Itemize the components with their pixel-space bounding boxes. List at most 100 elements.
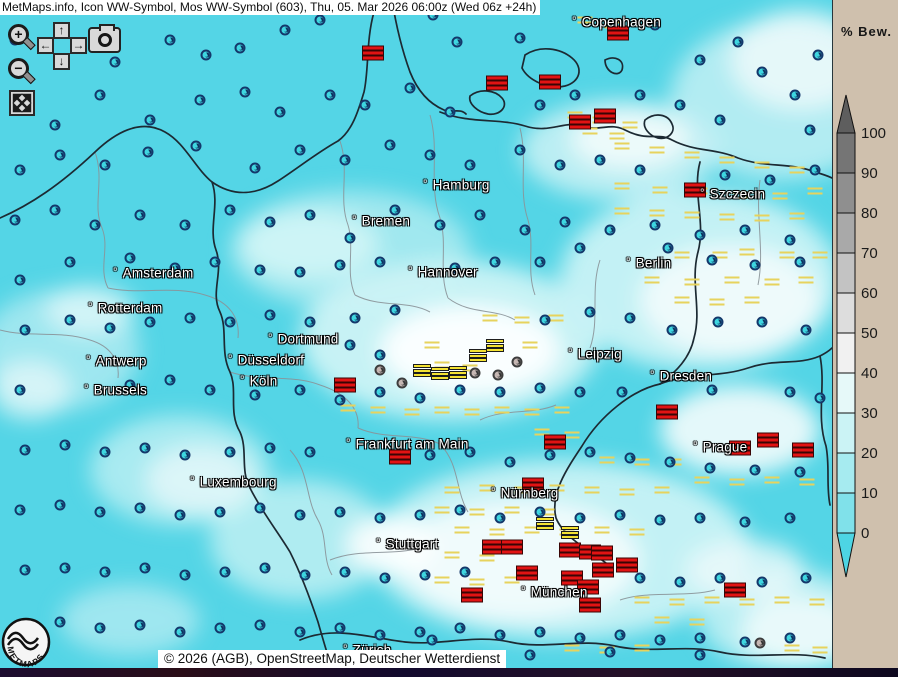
weather-symbol-mist [765,279,780,286]
weather-symbol-mist [650,147,665,154]
copyright-bar[interactable]: © 2026 (AGB), OpenStreetMap, Deutscher W… [158,650,506,668]
colorbar-segment [837,213,855,253]
weather-symbol-mist [790,167,805,174]
weather-symbol-gray [512,357,523,368]
weather-symbol-gray [470,368,481,379]
weather-map[interactable]: °Copenhagen°Hamburg°Bremen°Hannover°Amst… [0,0,832,668]
weather-symbol-mist [483,315,498,322]
weather-symbol-dot [265,217,276,228]
weather-symbol-fog [657,406,677,419]
weather-symbol-mist [549,315,564,322]
weather-symbol-dot [455,623,466,634]
pan-down-button[interactable]: ↓ [53,53,70,70]
weather-symbol-mist [425,342,440,349]
weather-symbol-dot [535,257,546,268]
weather-symbol-dot [535,507,546,518]
weather-symbol-dot [325,90,336,101]
weather-symbol-dot [715,115,726,126]
city-label: °Stuttgart [376,537,438,552]
weather-symbol-dot [663,243,674,254]
weather-symbol-dot [250,163,261,174]
weather-symbol-dot [375,257,386,268]
weather-symbol-dot [225,317,236,328]
weather-symbol-dot [540,315,551,326]
weather-symbol-dot [733,37,744,48]
weather-symbol-dot [265,310,276,321]
weather-symbol-dot [801,573,812,584]
screenshot-button[interactable] [88,27,121,53]
weather-symbol-dot [235,43,246,54]
city-label: °Frankfurt am Main [346,437,469,452]
pan-up-button[interactable]: ↑ [53,22,70,39]
city-label: °Luxembourg [190,475,277,490]
weather-symbol-mist [813,647,828,654]
weather-symbol-mist [371,407,386,414]
weather-symbol-dot [55,617,66,628]
weather-symbol-mist [725,277,740,284]
weather-symbol-fog [483,541,503,554]
weather-symbol-dot [105,323,116,334]
weather-symbol-dot [300,570,311,581]
colorbar-segment [837,133,855,173]
weather-symbol-mist [780,252,795,259]
weather-symbol-dot [195,95,206,106]
weather-symbol-dot [415,510,426,521]
weather-symbol-dot [575,633,586,644]
weather-symbol-dot [305,317,316,328]
weather-symbol-dot [785,235,796,246]
minus-icon: − [14,60,22,76]
city-label: °Amsterdam [113,266,193,281]
weather-symbol-dot [650,220,661,231]
weather-symbol-dot [140,563,151,574]
weather-symbol-dot [452,37,463,48]
weather-symbol-gray [375,365,386,376]
weather-symbol-dot [445,107,456,118]
weather-symbol-dot [785,513,796,524]
weather-symbol-mist3 [432,367,448,379]
weather-symbol-dot [280,25,291,36]
weather-symbol-dot [455,505,466,516]
weather-symbol-dot [535,100,546,111]
zoom-in-button[interactable]: + [8,24,29,45]
weather-symbol-dot [220,567,231,578]
weather-symbol-dot [65,315,76,326]
weather-symbol-dot [205,385,216,396]
colorbar-segment [837,333,855,373]
weather-symbol-fog [758,434,778,447]
weather-symbol-mist [710,299,725,306]
weather-symbol-dot [20,325,31,336]
weather-symbol-fog [335,379,355,392]
weather-symbol-dot [785,633,796,644]
weather-symbol-mist [515,317,530,324]
weather-symbol-mist [623,122,638,129]
weather-symbol-mist [675,252,690,259]
weather-symbol-dot [585,447,596,458]
weather-symbol-mist [720,214,735,221]
weather-symbol-fog [363,47,383,60]
weather-symbol-dot [225,447,236,458]
pan-right-button[interactable]: → [70,37,87,54]
weather-symbol-gray [493,370,504,381]
weather-symbol-mist [670,599,685,606]
weather-symbol-fog [462,589,482,602]
weather-symbol-dot [715,573,726,584]
pan-left-button[interactable]: ← [37,37,54,54]
weather-symbol-dot [625,313,636,324]
weather-symbol-dot [490,257,501,268]
weather-symbol-dot [110,57,121,68]
weather-symbol-fog [725,584,745,597]
weather-symbol-dot [375,630,386,641]
weather-symbol-dot [345,340,356,351]
weather-symbol-dot [695,230,706,241]
zoom-out-button[interactable]: − [8,58,29,79]
weather-symbol-dot [750,260,761,271]
weather-symbol-dot [95,623,106,634]
weather-symbol-dot [295,627,306,638]
weather-symbol-mist [495,407,510,414]
fullscreen-button[interactable] [9,90,35,116]
colorbar-segment [837,453,855,493]
weather-symbol-dot [255,265,266,276]
metmaps-logo[interactable]: METMAPS [0,617,52,668]
weather-symbol-dot [315,15,326,26]
weather-symbol-dot [65,257,76,268]
